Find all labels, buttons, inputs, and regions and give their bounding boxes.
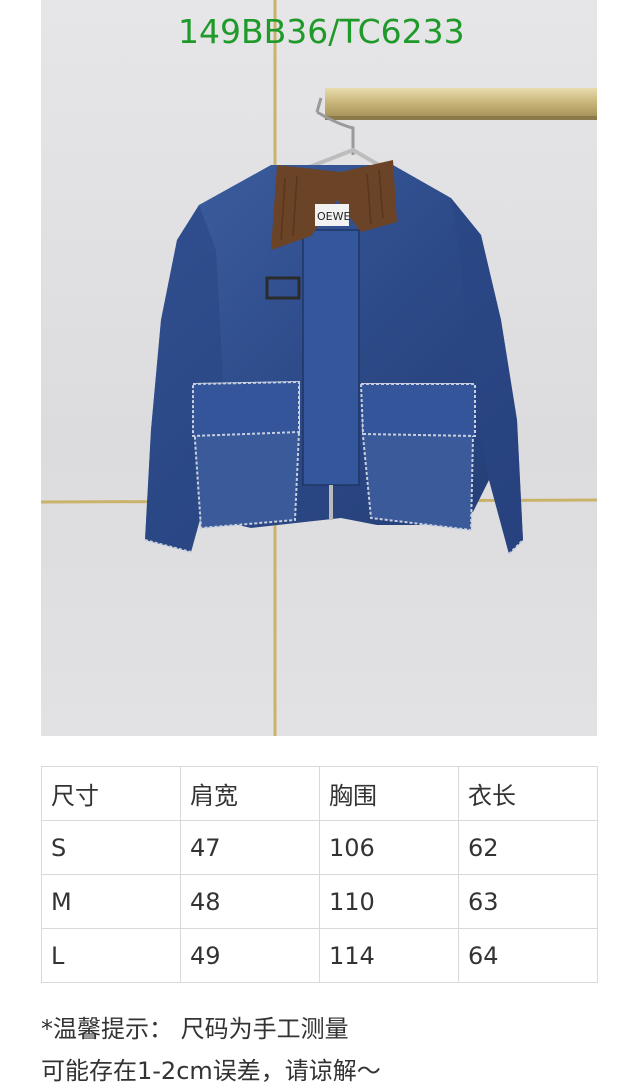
size-chart-table: 尺寸 肩宽 胸围 衣长 S 47 106 62 M 48 110 63 L 49… (41, 766, 598, 983)
table-row: S 47 106 62 (41, 820, 598, 875)
front-placket (302, 229, 360, 486)
right-pocket-flap (359, 383, 476, 438)
table-cell: 49 (180, 928, 320, 983)
table-cell: L (41, 928, 181, 983)
table-cell: 48 (180, 874, 320, 929)
brand-label-text: OEWE (317, 210, 350, 223)
tolerance-note: 可能存在1-2cm误差，请谅解～ (41, 1057, 381, 1085)
table-cell: 62 (458, 820, 598, 875)
table-cell: M (41, 874, 181, 929)
table-cell: 47 (180, 820, 320, 875)
header-size: 尺寸 (41, 766, 181, 821)
product-photo: OEWE (41, 0, 597, 736)
table-cell: 114 (319, 928, 459, 983)
left-pocket-flap (192, 380, 300, 438)
header-shoulder: 肩宽 (180, 766, 320, 821)
table-cell: 63 (458, 874, 598, 929)
table-cell: 110 (319, 874, 459, 929)
table-row: M 48 110 63 (41, 874, 598, 929)
table-header-row: 尺寸 肩宽 胸围 衣长 (41, 766, 598, 821)
header-length: 衣长 (458, 766, 598, 821)
jacket-illustration: OEWE (41, 0, 597, 736)
measurement-note: *温馨提示： 尺码为手工测量 (41, 1015, 349, 1043)
table-row: L 49 114 64 (41, 928, 598, 983)
table-cell: 64 (458, 928, 598, 983)
table-cell: 106 (319, 820, 459, 875)
clothing-rail (325, 88, 597, 116)
product-code: 149BB36/TC6233 (178, 12, 465, 51)
header-chest: 胸围 (319, 766, 459, 821)
table-cell: S (41, 820, 181, 875)
